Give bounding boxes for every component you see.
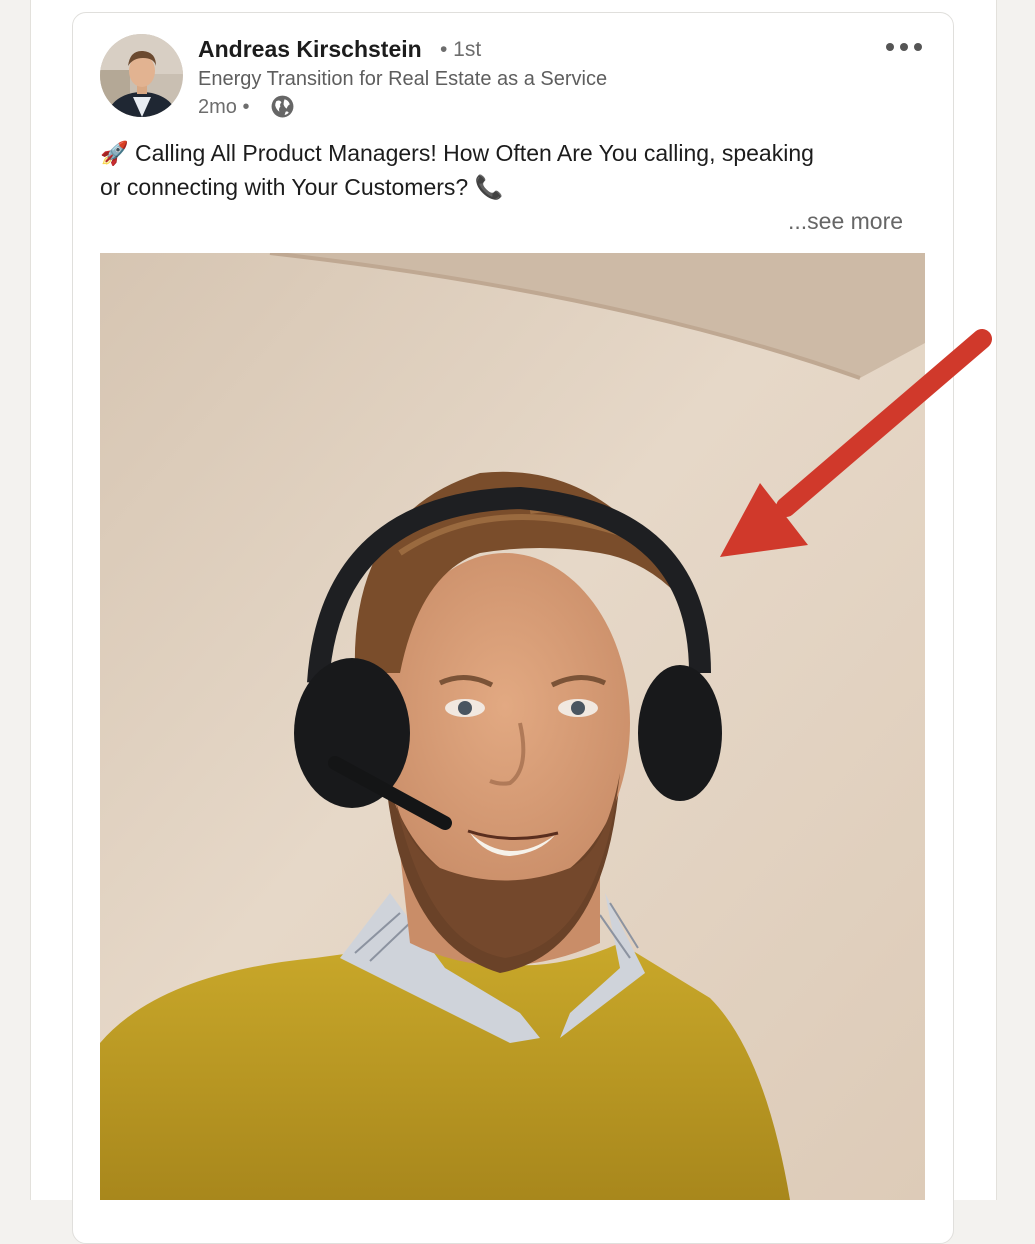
globe-icon bbox=[271, 95, 294, 118]
red-arrow-icon bbox=[720, 329, 992, 557]
ellipsis-icon[interactable] bbox=[880, 34, 928, 60]
author-avatar[interactable] bbox=[100, 34, 183, 117]
post-timestamp: 2mo • bbox=[198, 96, 250, 118]
author-headline: Energy Transition for Real Estate as a S… bbox=[198, 68, 608, 90]
post-text: 🚀 Calling All Product Managers! How Ofte… bbox=[100, 136, 920, 204]
post-text-line-1: 🚀 Calling All Product Managers! How Ofte… bbox=[100, 140, 814, 166]
author-name[interactable]: Andreas Kirschstein bbox=[198, 36, 422, 63]
see-more-link[interactable]: ...see more bbox=[788, 208, 903, 235]
post-text-line-2: or connecting with Your Customers? 📞 bbox=[100, 174, 504, 200]
connection-degree: • 1st bbox=[440, 38, 482, 61]
